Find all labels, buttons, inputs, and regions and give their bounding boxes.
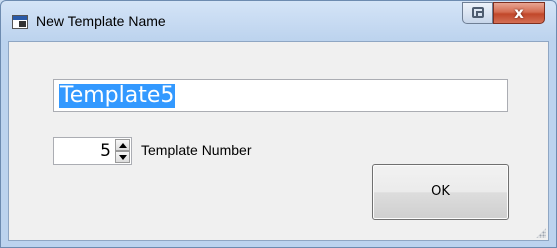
restore-button[interactable] xyxy=(462,2,493,24)
dialog-client-area: Template5 5 Template Number OK xyxy=(8,41,549,241)
spin-down-button[interactable] xyxy=(115,151,130,163)
window-title: New Template Name xyxy=(36,13,166,29)
template-number-value: 5 xyxy=(100,141,111,161)
template-app-icon xyxy=(12,15,28,29)
chevron-down-icon xyxy=(119,155,127,160)
resize-grip[interactable] xyxy=(536,228,546,238)
close-icon: x xyxy=(514,4,524,22)
title-bar[interactable]: New Template Name x xyxy=(1,1,556,41)
dialog-window: New Template Name x Template5 5 Template… xyxy=(0,0,557,248)
spin-up-button[interactable] xyxy=(115,139,130,151)
ok-button[interactable]: OK xyxy=(372,164,509,220)
close-button[interactable]: x xyxy=(493,2,545,24)
template-number-label: Template Number xyxy=(141,142,252,158)
template-name-value: Template5 xyxy=(59,83,176,108)
chevron-up-icon xyxy=(119,143,127,148)
restore-icon xyxy=(472,7,484,18)
template-name-input[interactable]: Template5 xyxy=(53,79,508,112)
template-number-stepper[interactable]: 5 xyxy=(53,137,132,165)
